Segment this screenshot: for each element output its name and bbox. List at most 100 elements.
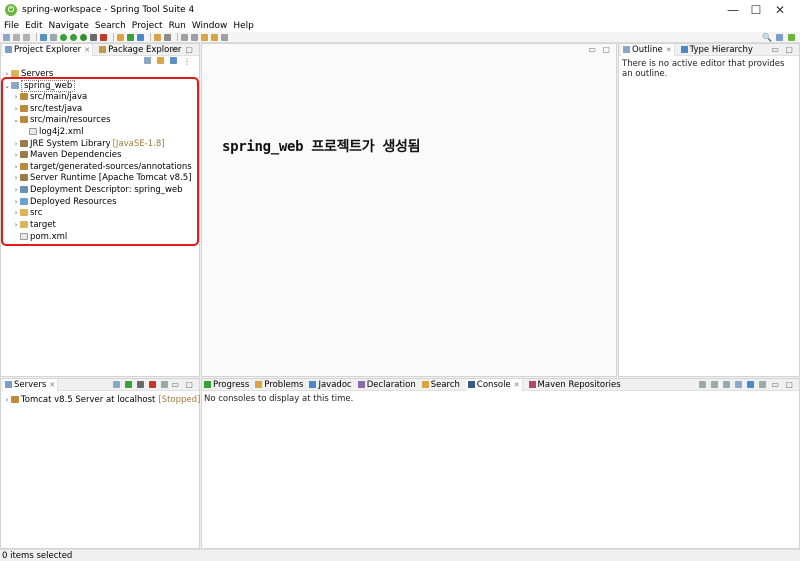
stop-server-icon[interactable] <box>149 381 156 388</box>
save-icon[interactable] <box>13 33 20 41</box>
tree-item-src-main-java[interactable]: › src/main/java <box>12 91 88 102</box>
new-class-icon[interactable] <box>137 33 144 41</box>
tab-javadoc[interactable]: Javadoc <box>309 380 352 390</box>
boot-dashboard-icon[interactable] <box>60 33 67 41</box>
tab-search[interactable]: Search <box>421 380 460 390</box>
new-package-icon[interactable] <box>127 33 134 41</box>
tree-item-src[interactable]: › src <box>12 207 43 218</box>
tree-item-deployment-descriptor[interactable]: › Deployment Descriptor: spring_web <box>12 184 183 195</box>
publish-icon[interactable] <box>161 381 168 388</box>
tab-console[interactable]: Console ✕ <box>465 378 523 391</box>
annotation-nav-icon[interactable] <box>181 33 188 41</box>
word-wrap-icon[interactable] <box>723 381 730 388</box>
tree-item-generated-sources[interactable]: › target/generated-sources/annotations <box>12 161 192 172</box>
chevron-right-icon[interactable]: › <box>12 221 20 229</box>
new-icon[interactable] <box>3 33 10 41</box>
save-all-icon[interactable] <box>23 33 30 41</box>
profile-server-icon[interactable] <box>137 381 144 388</box>
close-tab-icon[interactable]: ✕ <box>666 46 672 54</box>
tree-item-deployed-resources[interactable]: › Deployed Resources <box>12 196 117 207</box>
menu-edit[interactable]: Edit <box>25 21 42 31</box>
tree-item-maven-dependencies[interactable]: › Maven Dependencies <box>12 149 122 160</box>
tree-label: JRE System Library <box>30 138 111 149</box>
back-icon[interactable] <box>201 33 208 41</box>
view-min-max-icon[interactable]: ▭ ▢ <box>771 45 795 54</box>
editor-min-max-icon[interactable]: ▭ ▢ <box>588 45 612 54</box>
chevron-right-icon[interactable]: › <box>12 105 20 113</box>
search-icon[interactable]: 🔍 <box>762 33 772 42</box>
java-perspective-icon[interactable] <box>776 34 783 41</box>
chevron-right-icon[interactable]: › <box>12 151 20 159</box>
tree-item-servers[interactable]: › Servers <box>3 68 54 79</box>
collapse-all-icon[interactable] <box>144 57 151 64</box>
chevron-right-icon[interactable]: › <box>12 198 20 206</box>
chevron-right-icon[interactable]: › <box>3 70 11 78</box>
server-entry[interactable]: › Tomcat v8.5 Server at localhost [Stopp… <box>3 394 201 405</box>
tree-item-jre-library[interactable]: › JRE System Library [JavaSE-1.8] <box>12 138 165 149</box>
debug-server-icon[interactable] <box>113 381 120 388</box>
external-tools-icon[interactable] <box>90 33 97 41</box>
view-min-max-icon[interactable]: ▭ ▢ <box>171 380 195 389</box>
link-editor-icon[interactable] <box>157 57 164 64</box>
tree-item-spring-web[interactable]: ⌄ spring_web <box>3 79 76 92</box>
chevron-right-icon[interactable]: › <box>12 174 20 182</box>
chevron-right-icon[interactable]: › <box>12 140 20 148</box>
close-button[interactable]: ✕ <box>758 0 800 20</box>
tree-item-pom-xml[interactable]: pom.xml <box>20 231 67 242</box>
skip-breakpoints-icon[interactable] <box>50 33 57 41</box>
spring-perspective-icon[interactable] <box>788 34 795 41</box>
view-min-max-icon[interactable]: ▭ ▢ <box>171 45 195 54</box>
menu-navigate[interactable]: Navigate <box>49 21 89 31</box>
search-tool-icon[interactable] <box>164 33 171 41</box>
chevron-right-icon[interactable]: › <box>12 186 20 194</box>
pin-console-icon[interactable] <box>735 381 742 388</box>
tab-servers[interactable]: Servers ✕ <box>3 378 59 391</box>
open-type-icon[interactable] <box>154 33 161 41</box>
chevron-right-icon[interactable]: › <box>12 209 20 217</box>
filter-icon[interactable] <box>170 57 177 64</box>
menu-run[interactable]: Run <box>169 21 186 31</box>
chevron-down-icon[interactable]: ⌄ <box>3 82 11 90</box>
chevron-down-icon[interactable]: ⌄ <box>12 116 20 124</box>
tab-declaration[interactable]: Declaration <box>357 380 416 390</box>
pin-editor-icon[interactable] <box>221 33 228 41</box>
chevron-right-icon[interactable]: › <box>12 93 20 101</box>
tree-item-target[interactable]: › target <box>12 219 56 230</box>
start-server-icon[interactable] <box>125 381 132 388</box>
close-tab-icon[interactable]: ✕ <box>49 381 55 389</box>
menu-project[interactable]: Project <box>132 21 163 31</box>
clear-console-icon[interactable] <box>699 381 706 388</box>
terminal-icon[interactable] <box>40 33 47 41</box>
tree-item-server-runtime[interactable]: › Server Runtime [Apache Tomcat v8.5] <box>12 172 192 183</box>
tab-progress[interactable]: Progress <box>204 380 249 390</box>
forward-icon[interactable] <box>211 33 218 41</box>
tab-problems[interactable]: Problems <box>255 380 303 390</box>
annotation-text: spring_web 프로젝트가 생성됨 <box>222 139 421 155</box>
menu-file[interactable]: File <box>4 21 19 31</box>
scroll-lock-icon[interactable] <box>711 381 718 388</box>
close-tab-icon[interactable]: ✕ <box>84 46 90 54</box>
menu-window[interactable]: Window <box>192 21 228 31</box>
debug-icon[interactable] <box>70 33 77 41</box>
chevron-right-icon[interactable]: › <box>3 396 11 404</box>
menu-help[interactable]: Help <box>233 21 254 31</box>
stop-icon[interactable] <box>100 33 107 41</box>
prev-edit-icon[interactable] <box>191 33 198 41</box>
tree-item-src-main-resources[interactable]: ⌄ src/main/resources <box>12 114 111 125</box>
display-console-icon[interactable] <box>747 381 754 388</box>
run-icon[interactable] <box>80 33 87 41</box>
new-java-project-icon[interactable] <box>117 33 124 41</box>
tree-item-log4j2-xml[interactable]: log4j2.xml <box>29 126 84 137</box>
close-tab-icon[interactable]: ✕ <box>514 381 520 389</box>
tab-outline[interactable]: Outline ✕ <box>621 43 675 56</box>
tab-maven-repositories[interactable]: Maven Repositories <box>528 380 621 390</box>
view-menu-icon[interactable]: ⋮ <box>183 57 191 66</box>
tab-package-explorer[interactable]: Package Explorer <box>99 45 181 55</box>
tree-item-src-test-java[interactable]: › src/test/java <box>12 103 83 114</box>
view-min-max-icon[interactable]: ▭ ▢ <box>771 380 795 389</box>
tab-type-hierarchy[interactable]: Type Hierarchy <box>680 45 753 55</box>
menu-search[interactable]: Search <box>95 21 126 31</box>
chevron-right-icon[interactable]: › <box>12 163 20 171</box>
open-console-icon[interactable] <box>759 381 766 388</box>
tab-project-explorer[interactable]: Project Explorer ✕ <box>3 43 94 56</box>
